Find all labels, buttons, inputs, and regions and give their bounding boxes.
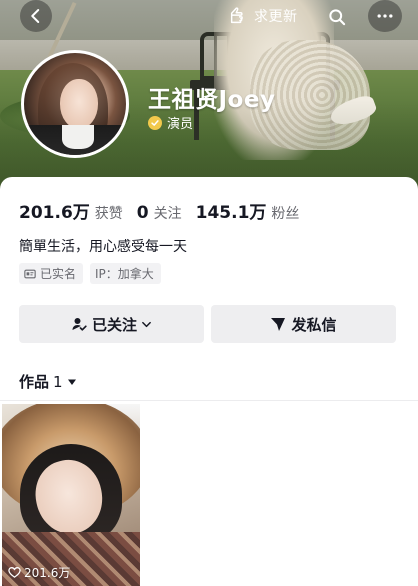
chevron-down-icon	[142, 321, 151, 327]
avatar[interactable]	[21, 50, 129, 158]
seek-update-button[interactable]: 求更新	[222, 0, 332, 32]
more-button[interactable]	[368, 0, 402, 32]
stat-likes-label: 获赞	[94, 206, 123, 222]
stat-likes-value: 201.6万	[19, 203, 90, 223]
tab-works[interactable]: 作品 1	[19, 371, 77, 392]
tag-ip-location: IP：加拿大	[90, 263, 161, 284]
tab-works-label: 作品	[19, 373, 50, 391]
more-dots-icon	[377, 14, 393, 18]
video-likes-count: 201.6万	[24, 566, 71, 580]
chevron-left-icon	[31, 9, 40, 23]
stat-following-label: 关注	[153, 206, 182, 222]
message-button-label: 发私信	[291, 315, 337, 334]
hand-point-icon	[230, 7, 243, 24]
tab-works-count: 1	[53, 372, 63, 391]
stats-row: 201.6万 获赞 0 关注 145.1万 粉丝	[19, 198, 313, 223]
heart-icon	[8, 567, 21, 578]
search-icon	[329, 9, 346, 26]
send-icon	[271, 318, 286, 331]
video-likes: 201.6万	[8, 564, 70, 581]
tag-real-name: 已实名	[19, 263, 84, 284]
profile-name: 王祖贤Joey	[148, 87, 276, 113]
search-button[interactable]	[322, 2, 352, 32]
stat-following-value: 0	[136, 203, 149, 223]
stat-followers[interactable]: 145.1万 粉丝	[196, 198, 300, 223]
message-button[interactable]: 发私信	[211, 305, 396, 343]
verified-title: 演员	[167, 117, 194, 132]
stat-followers-label: 粉丝	[271, 206, 300, 222]
verified-badge: 演员	[148, 113, 193, 132]
seek-update-label: 求更新	[254, 9, 298, 25]
profile-tags: 已实名 IP：加拿大	[19, 263, 168, 284]
followed-button-label: 已关注	[91, 315, 137, 334]
stat-following[interactable]: 0 关注	[137, 203, 182, 223]
verified-check-icon	[148, 115, 162, 130]
id-card-icon	[24, 269, 36, 278]
stat-followers-value: 145.1万	[195, 203, 267, 223]
video-thumbnail[interactable]: 201.6万	[2, 404, 140, 586]
stat-likes[interactable]: 201.6万 获赞	[19, 198, 123, 223]
caret-down-icon	[67, 379, 76, 385]
profile-bio: 簡單生活，用心感受每一天	[19, 239, 187, 255]
tag-ip-location-label: IP：加拿大	[95, 267, 154, 281]
tag-real-name-label: 已实名	[40, 267, 77, 281]
user-check-icon	[72, 318, 87, 331]
back-button[interactable]	[20, 0, 52, 32]
followed-button[interactable]: 已关注	[19, 305, 204, 343]
